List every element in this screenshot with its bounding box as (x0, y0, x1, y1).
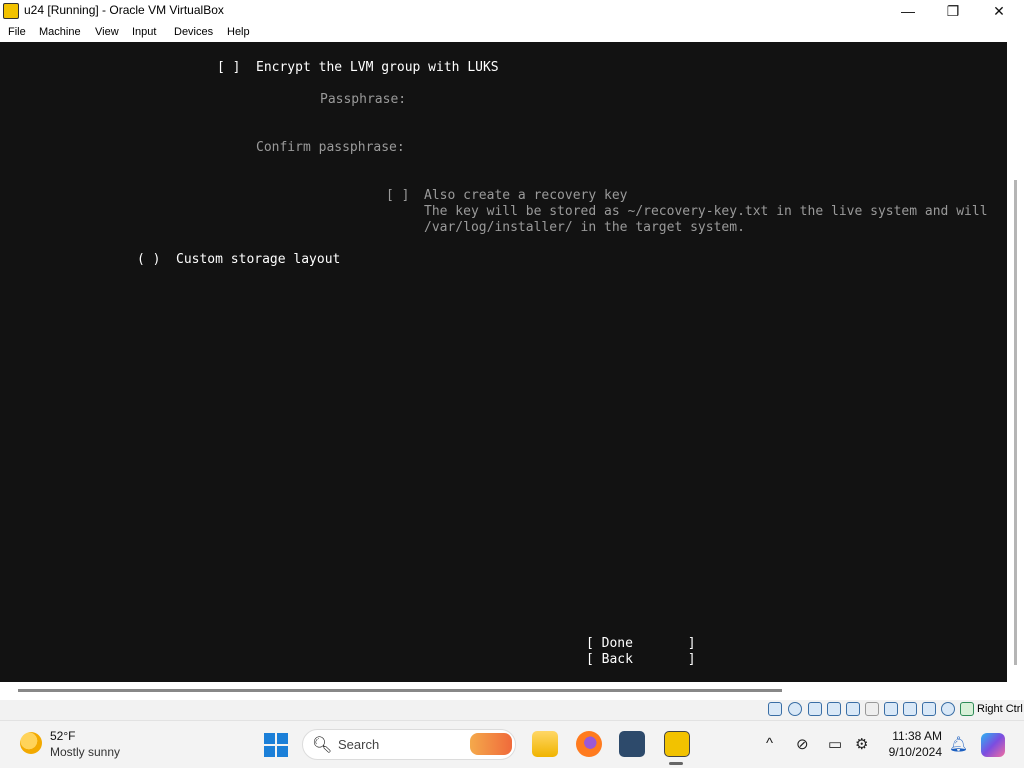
recovery-key-description-2: /var/log/installer/ in the target system… (424, 220, 745, 235)
close-button[interactable]: ✕ (976, 0, 1022, 22)
optical-drive-icon[interactable] (788, 702, 802, 716)
window-titlebar: u24 [Running] - Oracle VM VirtualBox — ❐… (0, 0, 1024, 22)
clock-time[interactable]: 11:38 AM (886, 729, 942, 743)
search-highlight-art (470, 733, 512, 755)
virtualbox-vm-icon[interactable] (664, 731, 690, 757)
horizontal-scroll-thumb[interactable] (18, 689, 782, 692)
virtualbox-manager-icon[interactable] (619, 731, 645, 757)
encrypt-checkbox[interactable]: [ ] (217, 60, 240, 76)
host-key-label: Right Ctrl (977, 703, 1023, 715)
vm-display[interactable]: [ ] Encrypt the LVM group with LUKS Pass… (0, 42, 1007, 682)
back-button[interactable]: [ Back ] (586, 652, 696, 668)
menu-file[interactable]: File (8, 26, 26, 38)
chevron-up-icon[interactable]: ^ (766, 735, 773, 752)
network-icon[interactable] (827, 702, 841, 716)
menu-input[interactable]: Input (132, 26, 156, 38)
vertical-scroll-thumb[interactable] (1014, 180, 1017, 665)
maximize-button[interactable]: ❐ (930, 0, 976, 22)
windows-start-icon[interactable] (264, 733, 288, 757)
display-icon[interactable] (884, 702, 898, 716)
active-app-indicator (669, 762, 683, 765)
usb-icon[interactable] (846, 702, 860, 716)
weather-temperature[interactable]: 52°F (50, 729, 75, 743)
display-icon[interactable]: ▭ (828, 735, 842, 753)
clock-date[interactable]: 9/10/2024 (880, 745, 942, 759)
settings-icon[interactable]: ⚙ (855, 735, 868, 753)
confirm-passphrase-label: Confirm passphrase: (256, 140, 405, 155)
mouse-integration-icon[interactable] (941, 702, 955, 716)
weather-description[interactable]: Mostly sunny (50, 745, 120, 759)
hard-disk-icon[interactable] (768, 702, 782, 716)
copilot-icon[interactable] (981, 733, 1005, 757)
encrypt-label: Encrypt the LVM group with LUKS (256, 60, 499, 75)
bell-icon[interactable]: 🔔︎ (949, 735, 968, 753)
custom-storage-label: Custom storage layout (176, 252, 341, 267)
menu-help[interactable]: Help (227, 26, 250, 38)
network-off-icon[interactable]: ⊘ (796, 735, 809, 753)
file-explorer-icon[interactable] (532, 731, 558, 757)
window-title: u24 [Running] - Oracle VM VirtualBox (24, 3, 224, 17)
recovery-key-checkbox[interactable]: [ ] (386, 188, 409, 204)
shared-folders-icon[interactable] (865, 702, 879, 716)
passphrase-label: Passphrase: (320, 92, 407, 107)
virtualbox-icon (3, 3, 19, 19)
recovery-key-label: Also create a recovery key (424, 188, 628, 203)
menu-view[interactable]: View (95, 26, 119, 38)
search-icon: 🔍︎ (312, 737, 333, 754)
menu-devices[interactable]: Devices (174, 26, 213, 38)
search-placeholder[interactable]: Search (338, 737, 379, 752)
weather-sun-icon[interactable] (20, 732, 42, 754)
menubar: File Machine View Input Devices Help (0, 22, 1024, 42)
keyboard-icon[interactable] (960, 702, 974, 716)
recovery-key-description: The key will be stored as ~/recovery-key… (424, 204, 988, 219)
audio-icon[interactable] (808, 702, 822, 716)
cpu-icon[interactable] (922, 702, 936, 716)
custom-storage-radio[interactable]: ( ) (137, 252, 160, 268)
done-button[interactable]: [ Done ] (586, 636, 696, 652)
menu-machine[interactable]: Machine (39, 26, 81, 38)
minimize-button[interactable]: — (885, 0, 931, 22)
firefox-icon[interactable] (576, 731, 602, 757)
recording-icon[interactable] (903, 702, 917, 716)
